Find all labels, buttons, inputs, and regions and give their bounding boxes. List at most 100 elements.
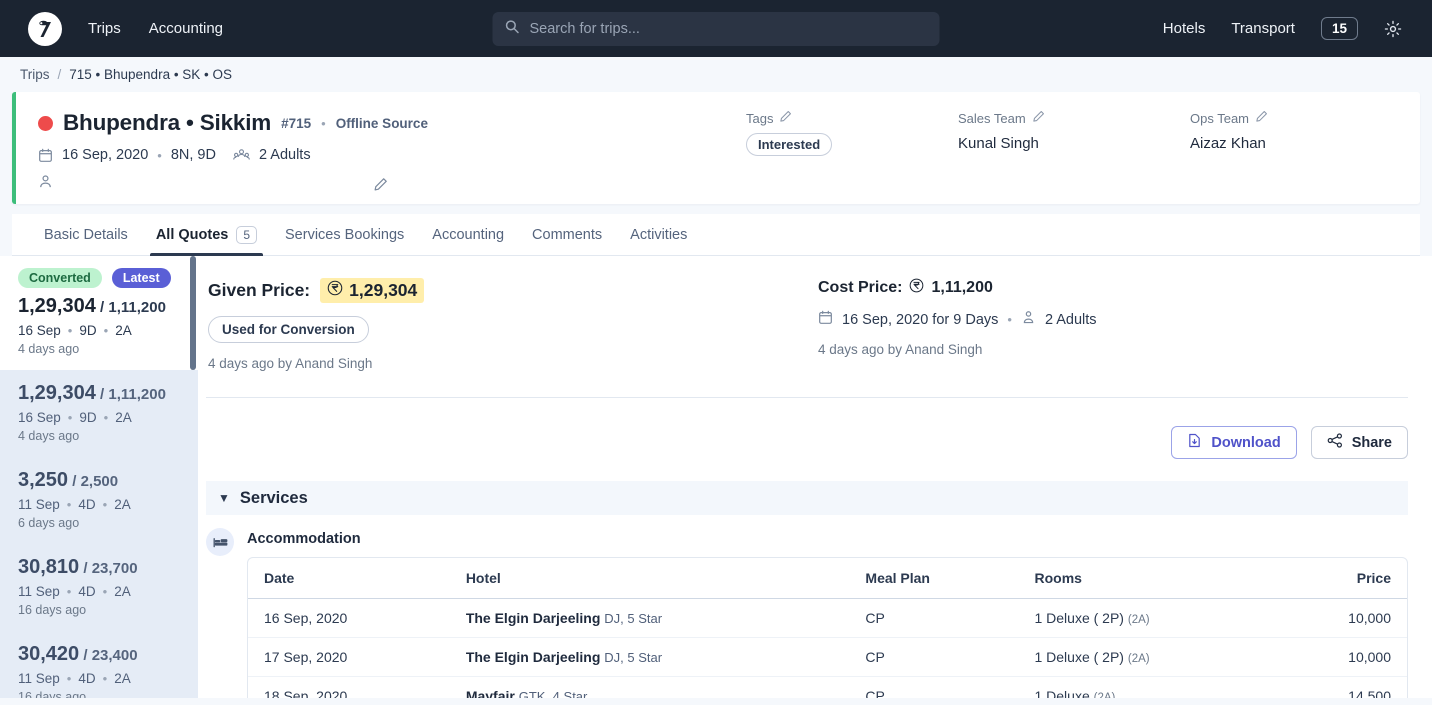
nav-link-transport[interactable]: Transport — [1231, 20, 1295, 37]
quote-timestamp: 16 days ago — [18, 603, 182, 617]
cell-price: 10,000 — [1276, 599, 1407, 638]
quote-list-item[interactable]: 30,420 / 23,40011 Sep•4D•2A16 days ago — [0, 631, 198, 698]
quote-days: 9D — [79, 323, 96, 338]
tags-label-row: Tags — [746, 110, 958, 126]
tab-count-badge: 5 — [236, 226, 257, 244]
quote-given-price: 1,29,304 — [18, 295, 96, 317]
search-icon — [505, 19, 520, 39]
trip-duration: 8N, 9D — [171, 147, 216, 163]
cost-meta-row: 16 Sep, 2020 for 9 Days • 2 Adults — [818, 310, 1097, 329]
status-badge[interactable]: Interested — [746, 133, 832, 156]
cell-price: 10,000 — [1276, 638, 1407, 677]
status-dot-icon — [38, 116, 53, 131]
quote-price: 30,420 / 23,400 — [18, 643, 182, 666]
given-price-label: Given Price: — [208, 280, 310, 301]
hotel-sub: DJ, 5 Star — [604, 611, 662, 626]
used-for-conversion-pill[interactable]: Used for Conversion — [208, 316, 369, 343]
quote-meta: 16 Sep•9D•2A — [18, 323, 182, 338]
services-section-header[interactable]: ▼ Services — [206, 481, 1408, 515]
quote-date: 11 Sep — [18, 671, 60, 686]
quote-date: 11 Sep — [18, 497, 60, 512]
ops-team-label: Ops Team — [1190, 111, 1249, 126]
edit-sales-team-pencil-icon[interactable] — [1032, 110, 1045, 126]
download-button-label: Download — [1211, 435, 1280, 451]
cell-hotel: The Elgin Darjeeling DJ, 5 Star — [450, 638, 850, 677]
tab-basic-details[interactable]: Basic Details — [30, 214, 142, 256]
tab-label: All Quotes — [156, 227, 229, 243]
trip-fields: Tags Interested Sales Team Kunal Singh — [716, 92, 1420, 204]
quote-price-separator: / — [96, 386, 109, 403]
app-logo-icon[interactable] — [28, 12, 62, 46]
cost-price-byline: 4 days ago by Anand Singh — [818, 342, 1097, 357]
separator-dot: • — [104, 410, 109, 425]
quote-list-item[interactable]: 30,810 / 23,70011 Sep•4D•2A16 days ago — [0, 544, 198, 631]
quote-pax: 2A — [115, 323, 132, 338]
cell-meal-plan: CP — [849, 638, 1018, 677]
quote-list-item[interactable]: ConvertedLatest 1,29,304 / 1,11,200 16 Sep… — [0, 256, 198, 370]
calendar-icon — [818, 310, 833, 329]
separator-dot: • — [103, 671, 108, 686]
separator-dot: • — [103, 497, 108, 512]
quote-price: 30,810 / 23,700 — [18, 556, 182, 579]
tab-activities[interactable]: Activities — [616, 214, 701, 256]
quote-price: 1,29,304 / 1,11,200 — [18, 295, 182, 318]
gear-icon[interactable] — [1384, 20, 1402, 38]
rooms-pax: (2A) — [1128, 653, 1150, 665]
notification-count-badge[interactable]: 15 — [1321, 17, 1358, 40]
tab-accounting[interactable]: Accounting — [418, 214, 518, 256]
latest-badge: Latest — [112, 268, 171, 288]
chevron-down-icon[interactable]: ▼ — [218, 491, 230, 505]
edit-traveller-pencil-icon[interactable] — [373, 177, 388, 192]
accommodation-table-wrap: DateHotelMeal PlanRoomsPrice 16 Sep, 202… — [247, 557, 1408, 698]
quote-pax: 2A — [115, 410, 132, 425]
accommodation-body: Accommodation DateHotelMeal PlanRoomsPri… — [247, 531, 1408, 698]
given-price-value: 1,29,304 — [349, 280, 417, 301]
given-price-highlight: 1,29,304 — [320, 278, 424, 303]
share-button[interactable]: Share — [1311, 426, 1408, 459]
quote-badges: ConvertedLatest — [18, 268, 182, 288]
cost-price-block: Cost Price: 1,11,200 — [818, 278, 1097, 371]
table-header-row: DateHotelMeal PlanRoomsPrice — [248, 558, 1407, 599]
quote-price-separator: / — [68, 473, 81, 490]
tab-comments[interactable]: Comments — [518, 214, 616, 256]
rooms-value: 1 Deluxe — [1034, 688, 1089, 698]
breadcrumb-item-trips[interactable]: Trips — [20, 67, 50, 82]
sales-team-label: Sales Team — [958, 111, 1026, 126]
nav-link-trips[interactable]: Trips — [88, 20, 121, 37]
quote-given-price: 30,420 — [18, 643, 79, 665]
top-navbar: Trips Accounting Hotels Transport 15 — [0, 0, 1432, 57]
edit-ops-team-pencil-icon[interactable] — [1255, 110, 1268, 126]
column-header: Date — [248, 558, 450, 599]
cell-hotel: The Elgin Darjeeling DJ, 5 Star — [450, 599, 850, 638]
quote-date: 11 Sep — [18, 584, 60, 599]
breadcrumb-item-current[interactable]: 715 • Bhupendra • SK • OS — [69, 67, 232, 82]
tab-label: Accounting — [432, 227, 504, 243]
nav-link-accounting[interactable]: Accounting — [149, 20, 223, 37]
tab-all-quotes[interactable]: All Quotes 5 — [142, 214, 271, 256]
quote-meta: 11 Sep•4D•2A — [18, 497, 182, 512]
search-box[interactable] — [493, 12, 940, 46]
sales-team-label-row: Sales Team — [958, 110, 1190, 126]
quote-detail-panel: Given Price: 1,29,304 Used for Conversio… — [198, 256, 1432, 698]
rooms-value: 1 Deluxe ( 2P) — [1034, 610, 1123, 626]
quote-list-item[interactable]: 1,29,304 / 1,11,20016 Sep•9D•2A4 days ag… — [0, 370, 198, 457]
download-button[interactable]: Download — [1171, 426, 1296, 459]
quote-days: 9D — [79, 410, 96, 425]
quote-days: 4D — [78, 671, 95, 686]
trip-source: Offline Source — [336, 116, 428, 131]
cell-meal-plan: CP — [849, 677, 1018, 699]
column-header: Rooms — [1018, 558, 1276, 599]
quote-cost-price: 1,11,200 — [108, 299, 166, 316]
nav-link-hotels[interactable]: Hotels — [1163, 20, 1206, 37]
page-title: Bhupendra • Sikkim — [63, 110, 271, 136]
tab-label: Basic Details — [44, 227, 128, 243]
separator-dot: • — [68, 410, 73, 425]
quote-list-sidebar[interactable]: ConvertedLatest 1,29,304 / 1,11,200 16 Sep… — [0, 256, 198, 698]
tab-services-bookings[interactable]: Services Bookings — [271, 214, 418, 256]
edit-tags-pencil-icon[interactable] — [779, 110, 792, 126]
ops-team-field: Ops Team Aizaz Khan — [1190, 110, 1390, 204]
cell-price: 14,500 — [1276, 677, 1407, 699]
hotel-name: The Elgin Darjeeling — [466, 649, 601, 665]
search-input[interactable] — [530, 21, 928, 37]
quote-list-item[interactable]: 3,250 / 2,50011 Sep•4D•2A6 days ago — [0, 457, 198, 544]
